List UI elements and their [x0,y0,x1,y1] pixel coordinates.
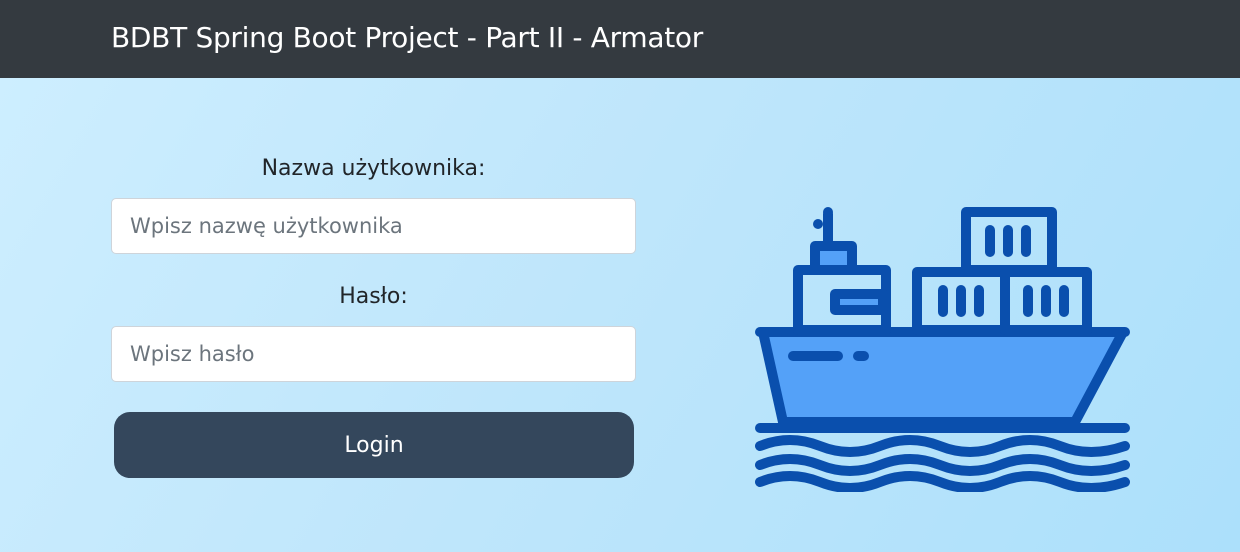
password-label: Hasło: [339,284,408,309]
password-input[interactable] [111,326,636,382]
username-input[interactable] [111,198,636,254]
cargo-ship-icon [755,207,1130,492]
navbar-brand[interactable]: BDBT Spring Boot Project - Part II - Arm… [111,18,703,58]
username-label: Nazwa użytkownika: [261,156,486,181]
top-navbar: BDBT Spring Boot Project - Part II - Arm… [0,0,1240,78]
login-button[interactable]: Login [114,412,634,478]
login-page: Nazwa użytkownika: Hasło: Login [0,78,1240,552]
